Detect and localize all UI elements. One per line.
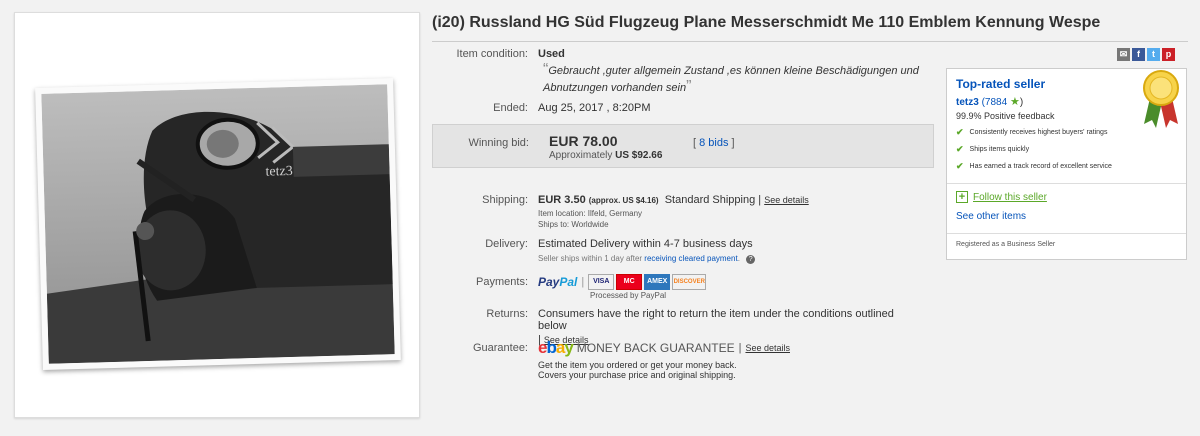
follow-seller-button[interactable]: + Follow this seller xyxy=(956,191,1047,203)
shipping-approx: (approx. US $4.16) xyxy=(588,196,659,205)
check-icon: ✔ xyxy=(956,127,964,137)
amex-card-icon: AMEX xyxy=(644,274,671,290)
discover-card-icon: DISCOVER xyxy=(672,274,707,290)
ebay-logo: ebay xyxy=(538,338,574,357)
seller-identity: tetz3 (7884 ★) xyxy=(956,96,1024,108)
condition-quote-text: Gebraucht ,guter allgemein Zustand ,es k… xyxy=(543,65,919,94)
seller-quality-shipping: Ships items quickly xyxy=(969,146,1030,153)
star-icon: ★ xyxy=(1009,96,1020,108)
ended-row: Ended: Aug 25, 2017 , 8:20PM xyxy=(432,102,651,114)
winning-bid-label: Winning bid: xyxy=(468,137,529,149)
pinterest-icon[interactable]: p xyxy=(1162,48,1175,61)
shipping-row: Shipping: EUR 3.50 (approx. US $4.16) St… xyxy=(432,194,809,230)
plus-icon: + xyxy=(956,191,968,203)
money-back-guarantee: MONEY BACK GUARANTEE xyxy=(576,341,735,355)
seller-qualities: ✔ Consistently receives highest buyers' r… xyxy=(956,127,1112,178)
positive-feedback: 99.9% Positive feedback xyxy=(956,111,1055,121)
check-icon: ✔ xyxy=(956,161,964,171)
paypal-logo: PayPal xyxy=(538,275,578,289)
twitter-icon[interactable]: t xyxy=(1147,48,1160,61)
payments-row: Payments: PayPal | VISA MC AMEX DISCOVER… xyxy=(432,274,708,301)
item-location: Item location: Ilfeld, Germany xyxy=(538,209,643,218)
winning-bid-amount: EUR 78.00 xyxy=(549,133,618,149)
ended-label: Ended: xyxy=(493,102,528,114)
delivery-estimate: Estimated Delivery within 4-7 business d… xyxy=(538,238,753,250)
photo-watermark: tetz3 xyxy=(265,164,293,180)
delivery-row: Delivery: Estimated Delivery within 4-7 … xyxy=(432,238,756,264)
guarantee-line-1: Get the item you ordered or get your mon… xyxy=(538,360,737,370)
close-quote-icon: ” xyxy=(686,78,692,95)
winning-bid-approx: Approximately US $92.66 xyxy=(549,150,663,161)
title-divider xyxy=(432,41,1188,42)
see-other-items-link[interactable]: See other items xyxy=(956,211,1026,222)
aircraft-photo-image: tetz3 xyxy=(41,84,395,364)
check-icon: ✔ xyxy=(956,144,964,154)
condition-label: Item condition: xyxy=(456,48,528,60)
shipping-see-details-link[interactable]: See details xyxy=(764,195,809,205)
processed-by-paypal: Processed by PayPal xyxy=(590,291,667,300)
returns-policy: Consumers have the right to return the i… xyxy=(538,308,894,332)
ended-value: Aug 25, 2017 , 8:20PM xyxy=(538,102,651,114)
condition-description: “Gebraucht ,guter allgemein Zustand ,es … xyxy=(543,62,933,96)
seller-quality-service: Has earned a track record of excellent s… xyxy=(969,163,1112,170)
guarantee-line-2: Covers your purchase price and original … xyxy=(538,370,736,380)
cleared-payment-link[interactable]: receiving cleared payment xyxy=(644,254,737,263)
ships-to: Ships to: Worldwide xyxy=(538,220,609,229)
visa-card-icon: VISA xyxy=(588,274,615,290)
bid-history-link[interactable]: 8 bids xyxy=(699,137,728,149)
guarantee-label: Guarantee: xyxy=(472,342,528,354)
shipping-cost: EUR 3.50 xyxy=(538,194,586,206)
seller-divider-bottom xyxy=(947,233,1186,234)
item-photo-frame[interactable]: tetz3 xyxy=(14,12,420,418)
help-icon[interactable]: ? xyxy=(746,255,756,264)
guarantee-see-details-link[interactable]: See details xyxy=(745,343,790,353)
business-seller-note: Registered as a Business Seller xyxy=(956,241,1056,248)
top-rated-seller-title: Top-rated seller xyxy=(956,77,1046,91)
item-photo[interactable]: tetz3 xyxy=(35,78,401,370)
condition-row: Item condition: Used xyxy=(432,48,565,60)
condition-value: Used xyxy=(538,48,565,60)
seller-divider xyxy=(947,183,1186,184)
facebook-icon[interactable]: f xyxy=(1132,48,1145,61)
shipping-label: Shipping: xyxy=(482,194,528,206)
mastercard-icon: MC xyxy=(616,274,643,290)
seller-quality-ratings: Consistently receives highest buyers' ra… xyxy=(969,129,1108,136)
bid-count: [ 8 bids ] xyxy=(693,137,735,149)
delivery-label: Delivery: xyxy=(485,238,528,250)
top-rated-badge-icon xyxy=(1143,70,1179,128)
seller-name-link[interactable]: tetz3 xyxy=(956,97,979,108)
payments-label: Payments: xyxy=(476,276,528,288)
winning-bid-panel: Winning bid: EUR 78.00 Approximately US … xyxy=(432,124,934,168)
follow-seller-link[interactable]: Follow this seller xyxy=(973,192,1047,203)
shipping-method: Standard Shipping xyxy=(664,194,756,206)
delivery-note: Seller ships within 1 day after receivin… xyxy=(538,253,756,264)
guarantee-row: Guarantee: ebay MONEY BACK GUARANTEE | S… xyxy=(432,338,790,380)
item-title: (i20) Russland HG Süd Flugzeug Plane Mes… xyxy=(432,14,1101,31)
email-icon[interactable]: ✉ xyxy=(1117,48,1130,61)
feedback-score-link[interactable]: (7884 xyxy=(982,97,1008,108)
share-icons: ✉ f t p xyxy=(1115,48,1175,61)
